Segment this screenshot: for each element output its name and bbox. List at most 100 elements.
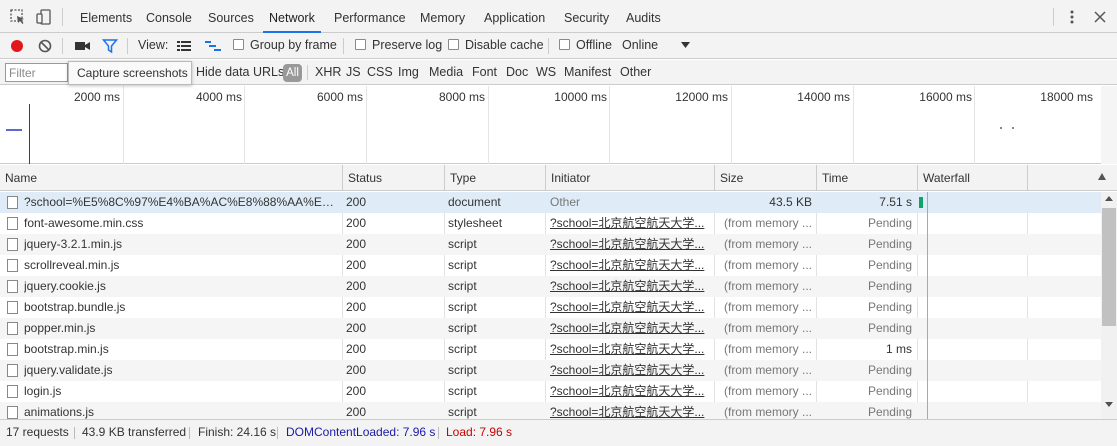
column-header-name[interactable]: Name [0,165,342,191]
timeline-tick-label: 12000 ms [675,90,728,104]
request-name: font-awesome.min.css [24,216,144,230]
table-row[interactable]: ?school=%E5%8C%97%E4%BA%AC%E8%88%AA%E7%A… [0,192,1101,213]
request-initiator-link[interactable]: ?school=北京航空航天大学... [550,213,710,234]
request-initiator-link[interactable]: ?school=北京航空航天大学... [550,297,710,318]
filter-type-js[interactable]: JS [346,60,361,85]
table-row[interactable]: bootstrap.min.js 200 script ?school=北京航空… [0,339,1101,360]
dropdown-arrow-icon[interactable] [681,42,690,49]
request-initiator-link[interactable]: ?school=北京航空航天大学... [550,381,710,402]
request-initiator-link[interactable]: ?school=北京航空航天大学... [550,234,710,255]
request-initiator-link[interactable]: ?school=北京航空航天大学... [550,318,710,339]
checkbox-box[interactable] [233,39,244,50]
request-initiator-link[interactable]: ?school=北京航空航天大学... [550,402,710,419]
column-header-time[interactable]: Time [816,165,917,191]
tab-memory[interactable]: Memory [420,0,465,33]
request-status: 200 [346,363,367,377]
more-vert-icon[interactable] [1064,9,1080,25]
toolbar-divider [548,38,549,54]
device-toolbar-icon[interactable] [36,9,52,25]
summary-divider [277,427,278,439]
request-initiator-link[interactable]: ?school=北京航空航天大学... [550,339,710,360]
table-row[interactable]: bootstrap.bundle.js 200 script ?school=北… [0,297,1101,318]
close-icon[interactable] [1092,9,1108,25]
filter-type-img[interactable]: Img [398,60,419,85]
waterfall-view-icon[interactable] [205,40,221,52]
request-name: scrollreveal.min.js [24,258,120,272]
devtools-tab-bar: Elements Console Sources Network Perform… [0,0,1117,33]
filter-type-xhr[interactable]: XHR [315,60,341,85]
filter-input[interactable] [5,63,68,82]
tab-security[interactable]: Security [564,0,609,33]
filter-type-css[interactable]: CSS [367,60,393,85]
timeline-overview[interactable]: 2000 ms 4000 ms 6000 ms 8000 ms 10000 ms… [0,86,1117,164]
filter-type-manifest[interactable]: Manifest [564,60,611,85]
filter-icon[interactable] [102,38,118,54]
filter-type-all[interactable]: All [283,64,302,82]
table-row[interactable]: jquery-3.2.1.min.js 200 script ?school=北… [0,234,1101,255]
request-initiator-link[interactable]: ?school=北京航空航天大学... [550,255,710,276]
request-time: Pending [867,363,912,377]
file-icon [7,385,18,398]
filter-divider [307,65,308,80]
file-icon [7,301,18,314]
tab-performance[interactable]: Performance [334,0,406,33]
clear-icon[interactable] [37,38,53,54]
request-initiator-link[interactable]: ?school=北京航空航天大学... [550,276,710,297]
scroll-down-icon[interactable] [1105,402,1113,407]
tab-sources[interactable]: Sources [208,0,254,33]
scroll-up-icon[interactable] [1105,196,1113,201]
filter-type-media[interactable]: Media [429,60,463,85]
table-row[interactable]: popper.min.js 200 script ?school=北京航空航天大… [0,318,1101,339]
request-size: (from memory ... [723,300,812,314]
table-row[interactable]: animations.js 200 script ?school=北京航空航天大… [0,402,1101,419]
tab-audits[interactable]: Audits [626,0,661,33]
preserve-log-checkbox[interactable]: Preserve log [355,33,442,59]
column-header-initiator[interactable]: Initiator [545,165,714,191]
request-time: 7.51 s [879,195,912,209]
filter-type-font[interactable]: Font [472,60,497,85]
file-icon [7,259,18,272]
filter-type-ws[interactable]: WS [536,60,556,85]
request-initiator-link[interactable]: ?school=北京航空航天大学... [550,360,710,381]
group-by-frame-checkbox[interactable]: Group by frame [233,33,337,59]
table-row[interactable]: scrollreveal.min.js 200 script ?school=北… [0,255,1101,276]
checkbox-box[interactable] [559,39,570,50]
filter-type-other[interactable]: Other [620,60,651,85]
request-type: script [448,405,477,419]
camera-icon[interactable] [74,39,91,53]
column-header-status[interactable]: Status [342,165,444,191]
waterfall-bar [919,197,923,208]
table-scrollbar[interactable] [1101,192,1117,419]
table-row[interactable]: jquery.cookie.js 200 script ?school=北京航空… [0,276,1101,297]
timeline-gridline [731,86,732,164]
request-time: Pending [867,279,912,293]
table-row[interactable]: login.js 200 script ?school=北京航空航天大学... … [0,381,1101,402]
timeline-tick-label: 14000 ms [797,90,850,104]
throttling-select[interactable]: Online [622,33,658,59]
inspect-icon[interactable] [10,9,26,25]
request-size: (from memory ... [723,279,812,293]
column-header-type[interactable]: Type [444,165,545,191]
table-row[interactable]: font-awesome.min.css 200 stylesheet ?sch… [0,213,1101,234]
tab-application[interactable]: Application [484,0,545,33]
load-time: Load: 7.96 s [446,425,513,439]
column-header-size[interactable]: Size [714,165,816,191]
tab-network[interactable]: Network [263,0,321,33]
checkbox-box[interactable] [448,39,459,50]
filter-type-doc[interactable]: Doc [506,60,528,85]
large-rows-icon[interactable] [177,40,191,52]
scrollbar-thumb[interactable] [1102,208,1116,326]
preserve-log-label: Preserve log [372,38,443,52]
sort-up-icon[interactable] [1098,173,1106,180]
checkbox-box[interactable] [355,39,366,50]
record-icon[interactable] [9,38,25,54]
request-status: 200 [346,342,367,356]
disable-cache-checkbox[interactable]: Disable cache [448,33,544,59]
table-row[interactable]: jquery.validate.js 200 script ?school=北京… [0,360,1101,381]
column-header-waterfall[interactable]: Waterfall [917,165,1027,191]
tab-console[interactable]: Console [146,0,192,33]
tab-elements[interactable]: Elements [80,0,132,33]
hide-data-urls-label[interactable]: Hide data URLs [196,60,284,85]
offline-checkbox[interactable]: Offline [559,33,612,59]
request-name: login.js [24,384,62,398]
